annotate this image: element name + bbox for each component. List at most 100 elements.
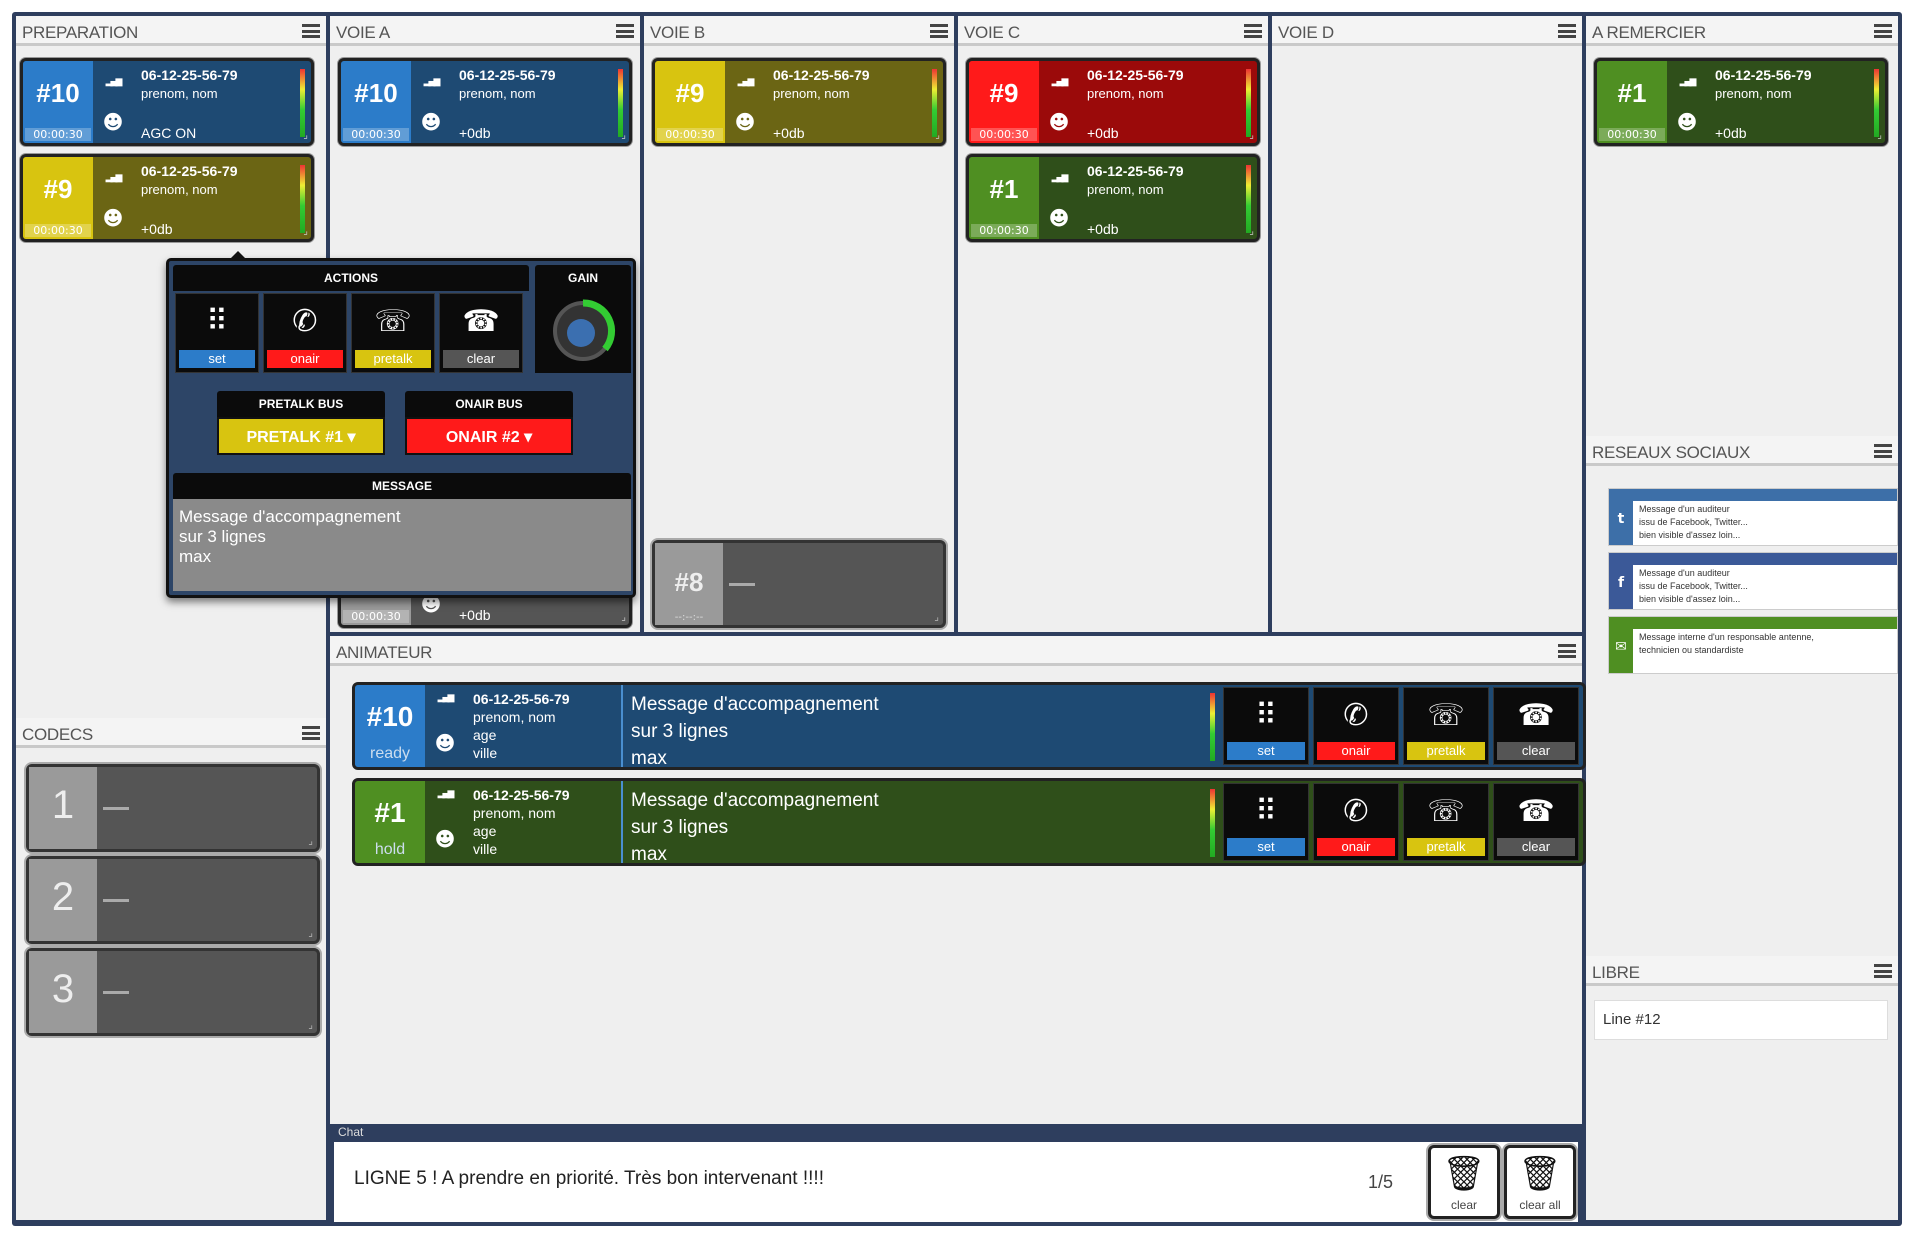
call-card[interactable]: #1 00:00:30 ▂▄▆ ☻ 06-12-25-56-79 prenom, nom +… (966, 154, 1260, 242)
social-text-line: Message d'un auditeur (1639, 568, 1730, 578)
level-meter (618, 69, 623, 137)
button-label: pretalk (355, 350, 431, 368)
chat-clear-button[interactable]: 🗑 clear (1428, 1145, 1500, 1219)
phone-transfer-icon: ☏ (1427, 794, 1465, 829)
codec-number: 3 (51, 967, 75, 1011)
menu-icon[interactable] (616, 24, 634, 38)
trash-list-icon: 🗑 (1518, 1154, 1562, 1194)
codec-slot[interactable]: 3 ⌟ (26, 948, 320, 1036)
button-label: pretalk (1407, 742, 1485, 760)
message-line: Message d'accompagnement (179, 507, 401, 526)
call-card[interactable]: #10 00:00:30 ▂▄▆ ☻ 06-12-25-56-79 prenom, nom… (338, 58, 632, 146)
libre-line-field[interactable]: Line #12 (1594, 1000, 1888, 1040)
anim-clear-button[interactable]: ☎ clear (1493, 687, 1579, 765)
button-label: clear (1450, 1198, 1477, 1212)
menu-icon[interactable] (1558, 644, 1576, 658)
menu-icon[interactable] (302, 726, 320, 740)
message-title: MESSAGE (173, 473, 631, 499)
anim-onair-button[interactable]: ✆ onair (1313, 783, 1399, 861)
resize-corner-icon: ⌟ (1877, 130, 1882, 141)
codec-slot[interactable]: 2 ⌟ (26, 856, 320, 944)
anim-clear-button[interactable]: ☎ clear (1493, 783, 1579, 861)
call-number: #10 (354, 78, 398, 108)
pretalk-bus-title: PRETALK BUS (217, 391, 385, 417)
voie-b-slot-8[interactable]: #8 --:--:-- ⌟ (652, 540, 946, 628)
menu-icon[interactable] (1874, 24, 1892, 38)
social-text: Message d'un auditeur issu de Facebook, T… (1639, 503, 1893, 542)
call-timer: 00:00:30 (343, 610, 409, 623)
caller-name: prenom, nom (141, 86, 218, 101)
button-label: set (179, 350, 255, 368)
voie-d-header: VOIE D (1272, 16, 1582, 46)
keypad-icon: ⠿ (206, 304, 228, 339)
onair-bus-dropdown[interactable]: ONAIR #2 ▾ (405, 417, 573, 455)
caller-city: ville (473, 841, 498, 857)
button-label: pretalk (1407, 838, 1485, 856)
resize-corner-icon: ⌟ (1249, 226, 1254, 237)
call-status: +0db (773, 125, 805, 141)
call-card[interactable]: #9 00:00:30 ▂▄▆ ☻ 06-12-25-56-79 prenom, nom +… (652, 58, 946, 146)
call-card[interactable]: #1 00:00:30 ▂▄▆ ☻ 06-12-25-56-79 prenom, nom +… (1594, 58, 1888, 146)
button-label: clear (1497, 742, 1575, 760)
onair-bus-title: ONAIR BUS (405, 391, 573, 417)
popup-clear-button[interactable]: ☎ clear (439, 293, 523, 373)
anim-set-button[interactable]: ⠿ set (1223, 687, 1309, 765)
codec-empty-dash (103, 807, 129, 810)
popup-set-button[interactable]: ⠿ set (175, 293, 259, 373)
caller-name: prenom, nom (1087, 182, 1164, 197)
call-card[interactable]: #9 00:00:30 ▂▄▆ ☻ 06-12-25-56-79 prenom, nom +… (966, 58, 1260, 146)
social-text: Message interne d'un responsable antenne… (1639, 631, 1893, 657)
menu-icon[interactable] (1558, 24, 1576, 38)
call-number: #1 (989, 174, 1019, 204)
social-text-line: bien visible d'assez loin... (1639, 594, 1741, 604)
call-number: #1 (1617, 78, 1647, 108)
column-title: LIBRE (1592, 963, 1640, 982)
app-window: PREPARATION CODECS VOIE A VOIE B VOIE C … (12, 12, 1902, 1226)
signal-icon: ▂▄▆ (105, 173, 123, 183)
caller-face-icon: ☻ (102, 110, 124, 134)
popup-pretalk-button[interactable]: ☏ pretalk (351, 293, 435, 373)
caller-phone: 06-12-25-56-79 (459, 67, 556, 83)
menu-icon[interactable] (302, 24, 320, 38)
column-title: A REMERCIER (1592, 23, 1706, 42)
call-card[interactable]: #9 00:00:30 ▂▄▆ ☻ 06-12-25-56-79 prenom, nom +… (20, 154, 314, 242)
animateur-call-row[interactable]: #1 hold ▂▄▆ ☻ 06-12-25-56-79 prenom, nom age vi… (352, 778, 1586, 866)
anim-pretalk-button[interactable]: ☏ pretalk (1403, 783, 1489, 861)
call-status: +0db (141, 221, 173, 237)
pretalk-bus-dropdown[interactable]: PRETALK #1 ▾ (217, 417, 385, 455)
anim-set-button[interactable]: ⠿ set (1223, 783, 1309, 861)
caller-face-icon: ☻ (1048, 206, 1070, 230)
caller-face-icon: ☻ (434, 731, 456, 755)
signal-icon: ▂▄▆ (105, 77, 123, 87)
animateur-call-row[interactable]: #10 ready ▂▄▆ ☻ 06-12-25-56-79 prenom, nom age… (352, 682, 1586, 770)
menu-icon[interactable] (1874, 444, 1892, 458)
social-bar (1609, 489, 1897, 501)
social-message-internal[interactable]: ✉ Message interne d'un responsable antenn… (1608, 616, 1898, 674)
button-label: clear (443, 350, 519, 368)
call-card[interactable]: #10 00:00:30 ▂▄▆ ☻ 06-12-25-56-79 prenom, nom… (20, 58, 314, 146)
column-title: RESEAUX SOCIAUX (1592, 443, 1750, 462)
gain-knob[interactable] (535, 291, 631, 373)
signal-icon: ▂▄▆ (423, 77, 441, 87)
signal-icon: ▂▄▆ (1051, 173, 1069, 183)
anim-pretalk-button[interactable]: ☏ pretalk (1403, 687, 1489, 765)
social-bar (1609, 553, 1897, 565)
codec-slot[interactable]: 1 ⌟ (26, 764, 320, 852)
caller-phone: 06-12-25-56-79 (141, 67, 238, 83)
voie-c-header: VOIE C (958, 16, 1268, 46)
menu-icon[interactable] (1244, 24, 1262, 38)
popup-onair-button[interactable]: ✆ onair (263, 293, 347, 373)
anim-onair-button[interactable]: ✆ onair (1313, 687, 1399, 765)
call-number: #1 (374, 797, 406, 828)
message-textarea[interactable]: Message d'accompagnement sur 3 lignes ma… (173, 499, 631, 591)
caller-phone: 06-12-25-56-79 (141, 163, 238, 179)
chat-clear-all-button[interactable]: 🗑 clear all (1504, 1145, 1576, 1219)
resize-corner-icon: ⌟ (934, 612, 939, 623)
menu-icon[interactable] (930, 24, 948, 38)
social-message-twitter[interactable]: t Message d'un auditeur issu de Facebook, … (1608, 488, 1898, 546)
call-timer: 00:00:30 (971, 128, 1037, 141)
menu-icon[interactable] (1874, 964, 1892, 978)
social-message-facebook[interactable]: f Message d'un auditeur issu de Facebook, … (1608, 552, 1898, 610)
resize-corner-icon: ⌟ (303, 130, 308, 141)
social-text: Message d'un auditeur issu de Facebook, T… (1639, 567, 1893, 606)
